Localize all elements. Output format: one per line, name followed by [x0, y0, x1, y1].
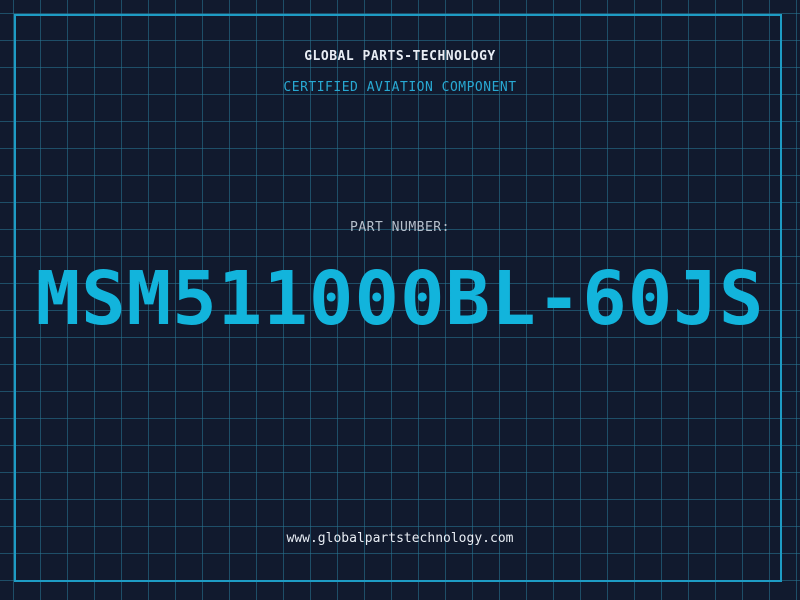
part-number-label: PART NUMBER: — [350, 220, 450, 235]
website-url: www.globalpartstechnology.com — [286, 531, 514, 546]
product-card: GLOBAL PARTS-TECHNOLOGY CERTIFIED AVIATI… — [0, 0, 800, 600]
part-number: MSM511000BL-60JS — [35, 256, 765, 342]
company-name: GLOBAL PARTS-TECHNOLOGY — [304, 49, 496, 64]
company-tagline: CERTIFIED AVIATION COMPONENT — [283, 80, 517, 95]
